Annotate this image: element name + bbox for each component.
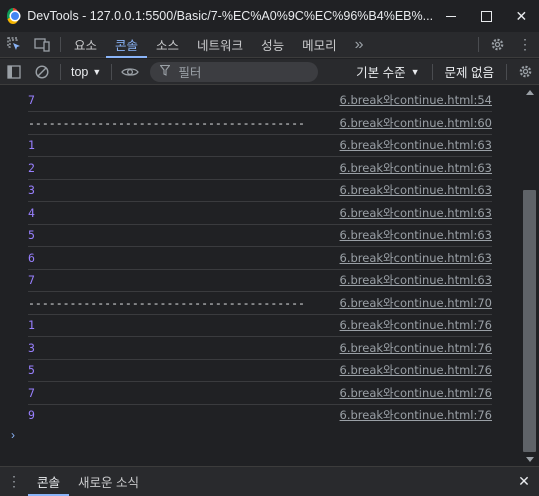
tab-memory[interactable]: 메모리 xyxy=(293,32,346,57)
more-tabs-icon[interactable]: » xyxy=(346,32,373,57)
log-value: 2 xyxy=(28,160,35,175)
drawer-menu-icon[interactable]: ⋮ xyxy=(0,473,28,490)
console-message-row: 1 6.break와continue.html:76 xyxy=(28,314,492,337)
source-link[interactable]: 6.break와continue.html:70 xyxy=(340,295,492,311)
filter-placeholder: 필터 xyxy=(178,66,202,80)
divider xyxy=(111,63,113,80)
devtools-tabbar: 요소 콘솔 소스 네트워크 성능 메모리 » ⋮ xyxy=(0,32,539,58)
source-link[interactable]: 6.break와continue.html:63 xyxy=(340,205,492,221)
tab-performance[interactable]: 성능 xyxy=(252,32,293,57)
console-output: 7 6.break와continue.html:54 --------------… xyxy=(0,86,521,466)
log-value: 3 xyxy=(28,182,35,197)
source-link[interactable]: 6.break와continue.html:63 xyxy=(340,227,492,243)
source-link[interactable]: 6.break와continue.html:76 xyxy=(340,362,492,378)
filter-input[interactable]: 필터 xyxy=(150,61,319,82)
window-title: DevTools - 127.0.0.1:5500/Basic/7-%EC%A0… xyxy=(27,9,434,23)
log-level-label: 기본 수준 xyxy=(356,66,406,80)
divider xyxy=(60,63,61,80)
log-value: 1 xyxy=(28,317,35,332)
console-message-row: ----------------------------------------… xyxy=(28,292,492,315)
console-message-row: 9 6.break와continue.html:76 xyxy=(28,404,492,427)
log-value: 3 xyxy=(28,340,35,355)
bottom-drawer: ⋮ 콘솔 새로운 소식 ✕ xyxy=(0,466,539,496)
source-link[interactable]: 6.break와continue.html:60 xyxy=(340,115,492,131)
console-message-row: 3 6.break와continue.html:76 xyxy=(28,337,492,360)
scrollbar-thumb[interactable] xyxy=(523,190,536,452)
console-message-row: ----------------------------------------… xyxy=(28,112,492,135)
source-link[interactable]: 6.break와continue.html:76 xyxy=(340,317,492,333)
close-drawer-icon[interactable]: ✕ xyxy=(509,473,539,490)
live-expression-eye-icon[interactable] xyxy=(116,59,144,85)
console-message-row: 6 6.break와continue.html:63 xyxy=(28,247,492,270)
divider xyxy=(506,63,507,80)
console-message-row: 1 6.break와continue.html:63 xyxy=(28,134,492,157)
console-message-row: 7 6.break와continue.html:76 xyxy=(28,382,492,405)
scroll-up-arrow-icon[interactable] xyxy=(526,90,534,95)
issues-counter[interactable]: 문제 없음 xyxy=(437,62,502,81)
source-link[interactable]: 6.break와continue.html:54 xyxy=(340,92,492,108)
source-link[interactable]: 6.break와continue.html:63 xyxy=(340,137,492,153)
source-link[interactable]: 6.break와continue.html:76 xyxy=(340,407,492,423)
log-value: 5 xyxy=(28,227,35,242)
context-selector[interactable]: top ▼ xyxy=(65,65,107,79)
close-window-button[interactable]: ✕ xyxy=(504,0,539,32)
caret-down-icon: ▼ xyxy=(92,66,102,77)
context-label: top xyxy=(71,64,89,79)
caret-down-icon: ▼ xyxy=(410,66,420,77)
drawer-tab-console[interactable]: 콘솔 xyxy=(28,467,70,496)
tab-console[interactable]: 콘솔 xyxy=(106,32,148,58)
source-link[interactable]: 6.break와continue.html:63 xyxy=(340,160,492,176)
divider xyxy=(60,37,61,52)
console-message-row: 7 6.break와continue.html:54 xyxy=(28,89,492,112)
log-value: 6 xyxy=(28,250,35,265)
log-level-dropdown[interactable]: 기본 수준 ▼ xyxy=(348,62,427,81)
console-message-row: 3 6.break와continue.html:63 xyxy=(28,179,492,202)
minimize-button[interactable] xyxy=(433,0,468,32)
console-message-row: 2 6.break와continue.html:63 xyxy=(28,157,492,180)
more-options-icon[interactable]: ⋮ xyxy=(511,32,539,57)
scroll-down-arrow-icon[interactable] xyxy=(526,457,534,462)
chrome-icon xyxy=(7,8,20,24)
console-scrollbar[interactable] xyxy=(521,86,539,466)
maximize-button[interactable] xyxy=(468,0,503,32)
filter-funnel-icon xyxy=(159,64,171,79)
source-link[interactable]: 6.break와continue.html:63 xyxy=(340,272,492,288)
sidebar-toggle-icon[interactable] xyxy=(0,59,28,85)
log-value: 7 xyxy=(28,92,35,107)
settings-gear-icon[interactable] xyxy=(483,32,511,57)
console-prompt-icon[interactable]: › xyxy=(11,428,15,442)
console-message-row: 5 6.break와continue.html:63 xyxy=(28,224,492,247)
device-toolbar-icon[interactable] xyxy=(28,32,56,57)
tab-sources[interactable]: 소스 xyxy=(147,32,188,57)
clear-console-icon[interactable] xyxy=(28,59,56,85)
log-value: 1 xyxy=(28,137,35,152)
log-value: 7 xyxy=(28,385,35,400)
tab-elements[interactable]: 요소 xyxy=(65,32,106,57)
divider xyxy=(478,37,479,52)
inspect-element-icon[interactable] xyxy=(0,32,28,57)
source-link[interactable]: 6.break와continue.html:76 xyxy=(340,385,492,401)
console-toolbar: top ▼ 필터 기본 수준 ▼ 문제 없음 xyxy=(0,59,539,85)
console-settings-gear-icon[interactable] xyxy=(511,59,539,85)
source-link[interactable]: 6.break와continue.html:63 xyxy=(340,182,492,198)
drawer-tab-whats-new[interactable]: 새로운 소식 xyxy=(69,467,148,496)
log-value: 7 xyxy=(28,272,35,287)
log-value: 5 xyxy=(28,362,35,377)
tab-network[interactable]: 네트워크 xyxy=(188,32,252,57)
log-value: ---------------------------------------- xyxy=(28,115,305,130)
source-link[interactable]: 6.break와continue.html:63 xyxy=(340,250,492,266)
source-link[interactable]: 6.break와continue.html:76 xyxy=(340,340,492,356)
console-message-row: 4 6.break와continue.html:63 xyxy=(28,202,492,225)
log-value: ---------------------------------------- xyxy=(28,295,305,310)
log-value: 4 xyxy=(28,205,35,220)
console-message-row: 7 6.break와continue.html:63 xyxy=(28,269,492,292)
divider xyxy=(431,63,433,80)
window-titlebar: DevTools - 127.0.0.1:5500/Basic/7-%EC%A0… xyxy=(0,0,539,32)
log-value: 9 xyxy=(28,408,35,423)
console-message-row: 5 6.break와continue.html:76 xyxy=(28,359,492,382)
